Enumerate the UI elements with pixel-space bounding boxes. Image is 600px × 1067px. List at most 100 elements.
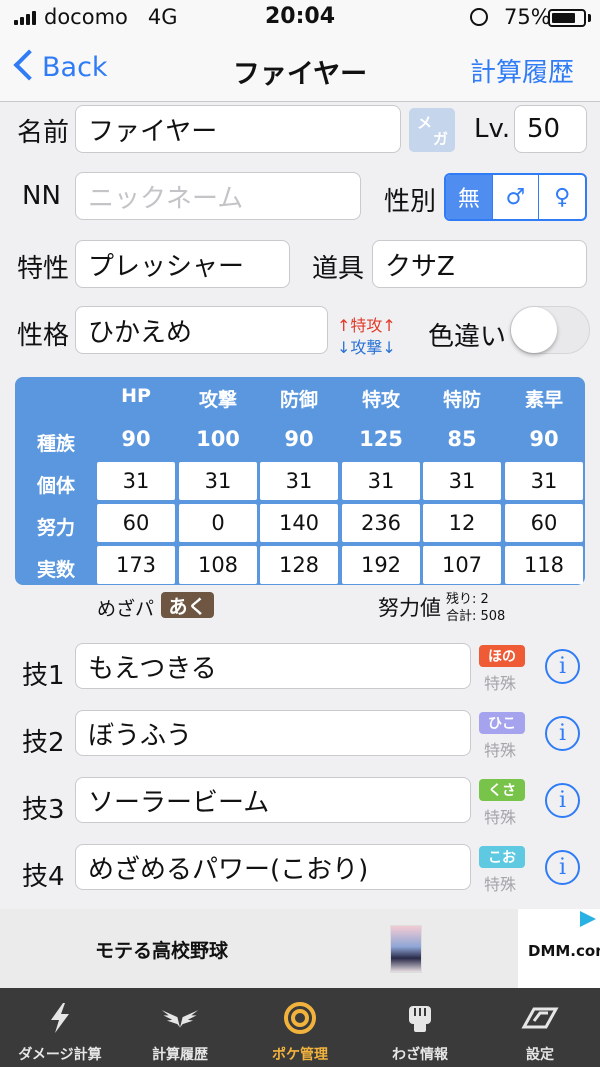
shiny-label: 色違い (428, 322, 507, 352)
move-4-field[interactable]: めざめるパワー(こおり) (75, 844, 471, 890)
base-stat-sp-attack: 125 (359, 427, 403, 451)
gender-none-option[interactable]: 無 (446, 175, 492, 219)
move-4-label: 技4 (22, 862, 65, 892)
iv-cell-sp-defense[interactable]: 31 (423, 462, 501, 500)
row-label-base: 種族 (37, 433, 76, 455)
nickname-field[interactable]: ニックネーム (75, 172, 361, 220)
stat-header-attack: 攻撃 (198, 389, 237, 411)
battery-icon (548, 9, 586, 27)
move-4-category: 特殊 (484, 875, 517, 894)
stats-table: HP 攻撃 防御 特攻 特防 素早 種族 個体 努力 実数 90 100 90 … (15, 377, 585, 585)
name-label: 名前 (17, 118, 70, 148)
gender-male-option[interactable]: ♂ (491, 175, 539, 219)
gender-segmented-control[interactable]: 無 ♂ ♀ (444, 173, 587, 221)
move-4-type-badge: こお (479, 846, 525, 868)
ev-cell-sp-attack[interactable]: 236 (342, 504, 420, 542)
tab-move-info[interactable]: わざ情報 (360, 988, 480, 1067)
base-stat-sp-defense: 85 (447, 427, 477, 451)
move-2-info-icon[interactable]: i (545, 716, 580, 751)
move-1-field[interactable]: もえつきる (75, 643, 471, 689)
ability-label: 特性 (17, 254, 70, 284)
shiny-toggle[interactable] (510, 306, 590, 354)
status-bar: docomo 4G 20:04 75% (0, 0, 600, 36)
move-1-label: 技1 (22, 661, 65, 691)
ev-cell-hp[interactable]: 60 (97, 504, 175, 542)
tab-move-info-label: わざ情報 (392, 1047, 448, 1063)
level-field[interactable]: 50 (514, 105, 587, 153)
tab-damage-calc-label: ダメージ計算 (18, 1047, 102, 1063)
stat-header-defense: 防御 (279, 389, 318, 411)
stat-header-hp: HP (121, 385, 151, 407)
move-3-label: 技3 (22, 795, 65, 825)
level-label: Lv. (474, 114, 511, 144)
iv-cell-speed[interactable]: 31 (505, 462, 583, 500)
move-4-info-icon[interactable]: i (545, 850, 580, 885)
gender-female-option[interactable]: ♀ (538, 175, 585, 219)
ad-title[interactable]: モテる高校野球 (95, 936, 228, 963)
move-2-field[interactable]: ぼうふう (75, 710, 471, 756)
move-1-category: 特殊 (484, 674, 517, 693)
actual-cell-defense[interactable]: 128 (260, 546, 338, 584)
ev-cell-speed[interactable]: 60 (505, 504, 583, 542)
base-stat-speed: 90 (529, 427, 559, 451)
nature-field[interactable]: ひかえめ (75, 306, 328, 354)
mega-label-bottom: ガ (433, 130, 449, 148)
tab-damage-calc[interactable]: ダメージ計算 (0, 988, 120, 1067)
item-field[interactable]: クサZ (372, 240, 587, 288)
actual-cell-speed[interactable]: 118 (505, 546, 583, 584)
shiny-toggle-knob (511, 307, 557, 353)
name-field[interactable]: ファイヤー (75, 105, 401, 153)
actual-cell-attack[interactable]: 108 (179, 546, 257, 584)
tab-calc-history-label: 計算履歴 (152, 1047, 208, 1063)
tab-poke-manage[interactable]: ポケ管理 (240, 988, 360, 1067)
move-3-type-badge: くさ (479, 779, 525, 801)
battery-percent: 75% (504, 5, 551, 29)
ability-field[interactable]: プレッシャー (75, 240, 290, 288)
row-label-iv: 個体 (37, 475, 76, 497)
move-3-field[interactable]: ソーラービーム (75, 777, 471, 823)
row-label-actual: 実数 (37, 559, 76, 581)
stat-header-sp-attack: 特攻 (361, 389, 400, 411)
iv-cell-sp-attack[interactable]: 31 (342, 462, 420, 500)
move-2-label: 技2 (22, 728, 65, 758)
navigation-bar: Back ファイヤー 計算履歴 (0, 36, 600, 102)
battery-tip (588, 14, 591, 22)
ad-character-image[interactable] (390, 925, 422, 973)
item-label: 道具 (312, 254, 365, 284)
fist-icon (400, 1000, 440, 1036)
mega-button[interactable]: メ ガ (409, 108, 455, 152)
hidden-power-label: めざパ (97, 598, 155, 620)
ev-cell-attack[interactable]: 0 (179, 504, 257, 542)
actual-cell-hp[interactable]: 173 (97, 546, 175, 584)
ad-banner[interactable]: モテる高校野球 DMM.com (0, 909, 600, 988)
iv-cell-attack[interactable]: 31 (179, 462, 257, 500)
ev-total: 合計: 508 (446, 609, 506, 624)
move-3-category: 特殊 (484, 808, 517, 827)
tab-poke-manage-label: ポケ管理 (272, 1047, 328, 1063)
row-label-ev: 努力 (37, 517, 76, 539)
nature-label: 性格 (17, 321, 70, 351)
move-2-type-badge: ひこ (479, 712, 525, 734)
ev-cell-sp-defense[interactable]: 12 (423, 504, 501, 542)
iv-cell-hp[interactable]: 31 (97, 462, 175, 500)
hidden-power-type-badge[interactable]: あく (161, 592, 214, 618)
tab-bar: ダメージ計算 計算履歴 ポケ管理 わざ情報 設定 (0, 988, 600, 1067)
rotation-lock-icon (470, 8, 488, 26)
base-stat-defense: 90 (284, 427, 314, 451)
nature-drop-indicator: ↓攻撃↓ (337, 338, 396, 357)
move-1-info-icon[interactable]: i (545, 649, 580, 684)
ev-cell-defense[interactable]: 140 (260, 504, 338, 542)
base-stat-attack: 100 (196, 427, 240, 451)
nature-boost-indicator: ↑特攻↑ (337, 316, 396, 335)
tab-settings[interactable]: 設定 (480, 988, 600, 1067)
iv-cell-defense[interactable]: 31 (260, 462, 338, 500)
target-rings-icon (280, 1000, 320, 1036)
actual-cell-sp-attack[interactable]: 192 (342, 546, 420, 584)
tab-calc-history[interactable]: 計算履歴 (120, 988, 240, 1067)
calc-history-button[interactable]: 計算履歴 (470, 52, 574, 89)
lightning-icon (40, 1000, 80, 1036)
actual-cell-sp-defense[interactable]: 107 (423, 546, 501, 584)
move-3-info-icon[interactable]: i (545, 783, 580, 818)
ad-logo[interactable]: DMM.com (528, 942, 600, 960)
stat-header-speed: 素早 (524, 389, 563, 411)
